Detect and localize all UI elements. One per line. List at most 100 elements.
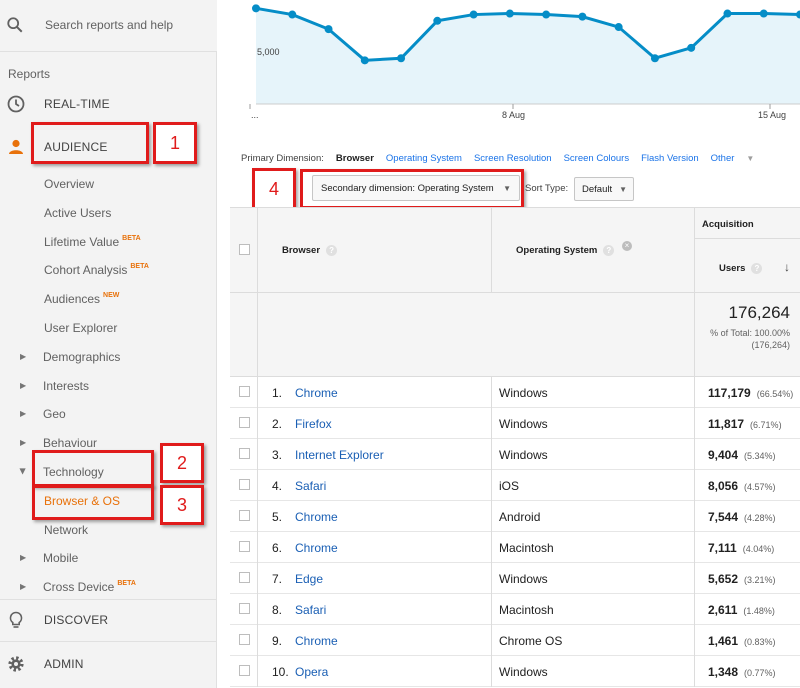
- sidebar-item-geo[interactable]: ▶ Geo: [0, 405, 217, 425]
- sort-type-dropdown[interactable]: Default ▼: [574, 177, 634, 201]
- chart-point[interactable]: [397, 54, 406, 63]
- dimension-screen-colours[interactable]: Screen Colours: [564, 153, 629, 164]
- chart-point[interactable]: [687, 43, 696, 52]
- browser-link[interactable]: Chrome: [295, 541, 338, 555]
- browser-link[interactable]: Chrome: [295, 634, 338, 648]
- row-checkbox[interactable]: [239, 448, 250, 459]
- users-percent: (66.54%): [756, 389, 794, 399]
- column-divider: [257, 439, 258, 470]
- help-icon[interactable]: ?: [751, 263, 763, 274]
- row-index: 8.: [272, 603, 283, 617]
- column-divider: [694, 293, 695, 377]
- nav-discover[interactable]: DISCOVER: [0, 606, 217, 634]
- row-checkbox[interactable]: [239, 634, 250, 645]
- sidebar-item-mobile[interactable]: ▶ Mobile: [0, 549, 217, 569]
- browser-link[interactable]: Chrome: [295, 510, 338, 524]
- beta-badge: BETA: [130, 263, 149, 270]
- row-checkbox[interactable]: [239, 510, 250, 521]
- sort-type-value: Default: [582, 184, 613, 195]
- table-row: 9. Chrome Chrome OS 1,461 (0.83%): [230, 625, 800, 656]
- os-cell: Windows: [499, 417, 548, 431]
- chart-point[interactable]: [759, 9, 768, 18]
- chart-point[interactable]: [650, 54, 659, 63]
- sidebar-item-cross-device[interactable]: ▶ Cross Device BETA: [0, 578, 217, 598]
- row-index: 2.: [272, 417, 283, 431]
- dimension-flash-version[interactable]: Flash Version: [641, 153, 699, 164]
- sidebar-item-cohort-analysis[interactable]: Cohort Analysis BETA: [44, 263, 149, 277]
- browser-link[interactable]: Chrome: [295, 386, 338, 400]
- sort-descending-icon[interactable]: ↓: [784, 260, 790, 274]
- browser-link[interactable]: Safari: [295, 479, 326, 493]
- dimension-other-dropdown[interactable]: Other ▼: [711, 153, 767, 164]
- search-input[interactable]: Search reports and help: [45, 18, 173, 32]
- column-header-users[interactable]: Users?: [719, 263, 763, 274]
- caret-down-icon: ▼: [746, 154, 755, 163]
- chart-point[interactable]: [723, 9, 732, 18]
- column-divider: [491, 208, 492, 294]
- chart-point[interactable]: [324, 25, 333, 34]
- divider: [0, 641, 217, 642]
- nav-admin[interactable]: ADMIN: [0, 650, 217, 678]
- column-divider: [694, 532, 695, 563]
- help-icon[interactable]: ?: [326, 245, 338, 256]
- chart-point[interactable]: [252, 4, 260, 13]
- column-header-browser[interactable]: Browser?: [282, 245, 338, 256]
- dimension-operating-system[interactable]: Operating System: [386, 153, 462, 164]
- dimension-browser-active[interactable]: Browser: [336, 153, 374, 164]
- browser-link[interactable]: Opera: [295, 665, 328, 679]
- users-cell: 8,056 (4.57%): [708, 479, 776, 493]
- row-index: 1.: [272, 386, 283, 400]
- column-divider: [257, 563, 258, 594]
- sidebar-item-network[interactable]: Network: [44, 523, 88, 537]
- nav-realtime[interactable]: REAL-TIME: [0, 90, 217, 118]
- row-checkbox[interactable]: [239, 665, 250, 676]
- os-cell: Macintosh: [499, 603, 554, 617]
- chart-point[interactable]: [360, 56, 369, 65]
- browser-link[interactable]: Firefox: [295, 417, 332, 431]
- row-checkbox[interactable]: [239, 541, 250, 552]
- sidebar-item-label: Cohort Analysis: [44, 263, 128, 277]
- row-checkbox[interactable]: [239, 417, 250, 428]
- browser-link[interactable]: Internet Explorer: [295, 448, 384, 462]
- sidebar-item-interests[interactable]: ▶ Interests: [0, 377, 217, 397]
- sidebar-item-label: User Explorer: [44, 321, 118, 335]
- sidebar-item-audiences[interactable]: Audiences NEW: [44, 292, 119, 306]
- users-cell: 2,611 (1.48%): [708, 603, 775, 617]
- sidebar-item-active-users[interactable]: Active Users: [44, 206, 111, 220]
- users-value: 5,652: [708, 572, 739, 586]
- chart-point[interactable]: [578, 12, 587, 21]
- table-row: 6. Chrome Macintosh 7,111 (4.04%): [230, 532, 800, 563]
- browser-link[interactable]: Edge: [295, 572, 323, 586]
- sidebar-item-user-explorer[interactable]: User Explorer: [44, 321, 117, 335]
- table-header: Browser? Operating System? × Acquisition…: [230, 207, 800, 294]
- sidebar-item-label: Network: [44, 523, 89, 537]
- sidebar-item-label: Demographics: [43, 350, 121, 364]
- dimension-screen-resolution[interactable]: Screen Resolution: [474, 153, 552, 164]
- row-index: 3.: [272, 448, 283, 462]
- chart-point[interactable]: [505, 9, 514, 18]
- sidebar-item-lifetime-value[interactable]: Lifetime Value BETA: [44, 235, 141, 249]
- sidebar-item-overview[interactable]: Overview: [44, 177, 94, 191]
- os-cell: Macintosh: [499, 541, 554, 555]
- remove-dimension-icon[interactable]: ×: [622, 241, 632, 251]
- select-all-checkbox[interactable]: [239, 244, 250, 255]
- row-checkbox[interactable]: [239, 386, 250, 397]
- row-checkbox[interactable]: [239, 479, 250, 490]
- browser-link[interactable]: Safari: [295, 603, 326, 617]
- search-bar[interactable]: Search reports and help: [0, 0, 217, 52]
- column-divider: [491, 563, 492, 594]
- chart-point[interactable]: [288, 10, 297, 19]
- row-checkbox[interactable]: [239, 603, 250, 614]
- users-chart: 5,000 ... 8 Aug 15 Aug: [230, 0, 800, 130]
- help-icon[interactable]: ?: [603, 245, 615, 256]
- nav-discover-label: DISCOVER: [44, 613, 109, 627]
- users-cell: 11,817 (6.71%): [708, 417, 782, 431]
- row-checkbox[interactable]: [239, 572, 250, 583]
- chart-point[interactable]: [614, 23, 623, 32]
- column-header-label: Operating System: [516, 245, 598, 257]
- column-header-operating-system[interactable]: Operating System?: [516, 245, 615, 257]
- chart-point[interactable]: [542, 10, 551, 19]
- sidebar-item-demographics[interactable]: ▶ Demographics: [0, 348, 217, 368]
- chart-point[interactable]: [469, 10, 478, 19]
- chart-point[interactable]: [433, 16, 442, 25]
